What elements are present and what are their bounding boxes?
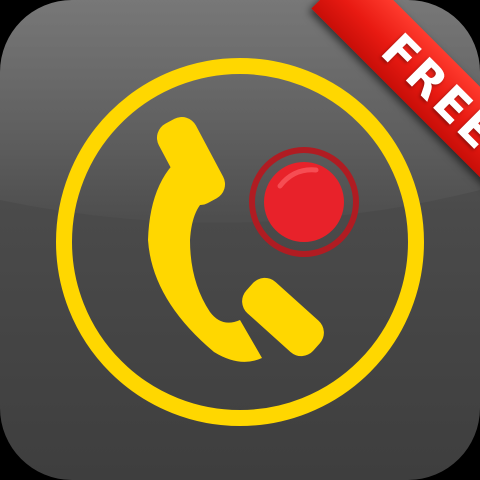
record-dot-icon <box>249 147 359 257</box>
yellow-ring <box>56 58 424 426</box>
app-icon[interactable]: FREE <box>0 0 480 480</box>
